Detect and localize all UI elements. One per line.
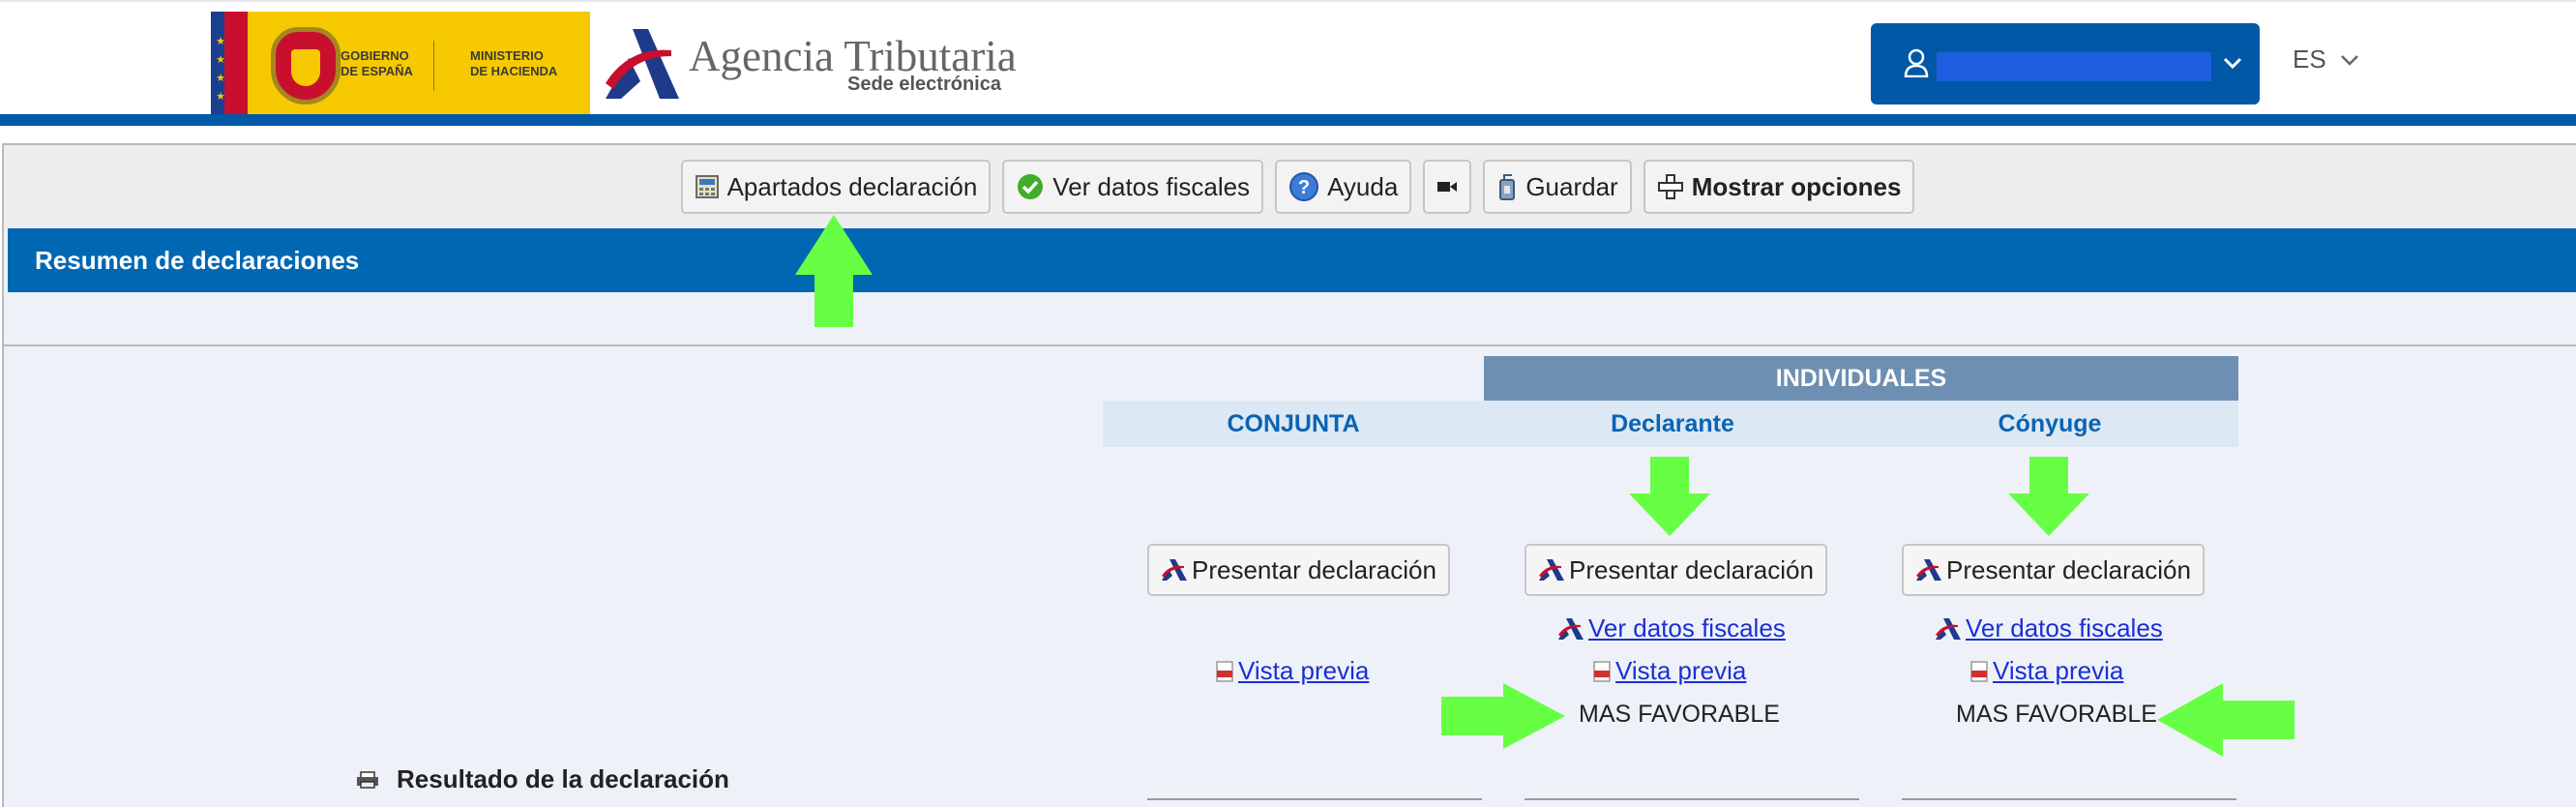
aeat-logo-icon xyxy=(1936,617,1961,640)
vista-previa-declarante-link[interactable]: Vista previa xyxy=(1592,656,1746,686)
language-label: ES xyxy=(2293,45,2326,74)
video-button[interactable] xyxy=(1423,160,1472,214)
conjunta-label: CONJUNTA xyxy=(1227,409,1360,437)
mostrar-opciones-button[interactable]: Mostrar opciones xyxy=(1643,160,1915,214)
vista-previa-conjunta-link[interactable]: Vista previa xyxy=(1215,656,1369,686)
underline-conyuge xyxy=(1902,798,2236,800)
vista-previa-label: Vista previa xyxy=(1993,656,2124,685)
vista-previa-label: Vista previa xyxy=(1615,656,1747,685)
conyuge-label: Cónyuge xyxy=(1998,409,2102,437)
pdf-icon xyxy=(1593,660,1611,682)
ver-datos-conyuge-link[interactable]: Ver datos fiscales xyxy=(1935,613,2163,643)
chevron-down-icon xyxy=(2223,57,2242,70)
user-menu-button[interactable] xyxy=(1871,23,2260,105)
declarante-label: Declarante xyxy=(1611,409,1734,437)
save-icon xyxy=(1499,174,1516,200)
guardar-label: Guardar xyxy=(1525,171,1618,201)
language-selector[interactable]: ES xyxy=(2293,45,2359,75)
presentar-declarante-button[interactable]: Presentar declaración xyxy=(1525,544,1827,596)
section-header: Resumen de declaraciones xyxy=(8,228,2576,292)
column-header-declarante: Declarante xyxy=(1484,401,1861,447)
annotation-arrow-left xyxy=(2157,683,2295,757)
mas-favorable-declarante: MAS FAVORABLE xyxy=(1579,701,1780,728)
ver-datos-fiscales-button[interactable]: Ver datos fiscales xyxy=(1002,160,1264,214)
user-icon xyxy=(1904,48,1929,77)
presentar-conjunta-button[interactable]: Presentar declaración xyxy=(1147,544,1450,596)
gobierno-logo[interactable]: ★ ★ ★ ★ GOBIERNO DE ESPAÑA MINISTERIO DE HA… xyxy=(211,12,590,116)
annotation-arrow-down xyxy=(1629,457,1710,536)
presentar-label: Presentar declaración xyxy=(1569,554,1814,584)
help-icon: ? xyxy=(1289,172,1319,201)
svg-text:?: ? xyxy=(1298,177,1310,198)
calculator-icon xyxy=(695,175,719,198)
chevron-down-icon xyxy=(2340,54,2358,66)
presentar-label: Presentar declaración xyxy=(1192,554,1436,584)
aeat-logo-icon[interactable] xyxy=(604,25,681,101)
annotation-arrow-down xyxy=(2008,457,2089,536)
column-header-conyuge: Cónyuge xyxy=(1861,401,2238,447)
apartados-button[interactable]: Apartados declaración xyxy=(680,160,992,214)
ministerio-label: MINISTERIO DE HACIENDA xyxy=(470,48,558,78)
ayuda-label: Ayuda xyxy=(1327,171,1399,201)
ayuda-button[interactable]: ? Ayuda xyxy=(1275,160,1412,214)
gobierno-label: GOBIERNO DE ESPAÑA xyxy=(341,48,413,78)
apartados-label: Apartados declaración xyxy=(726,171,978,201)
ver-datos-label: Ver datos fiscales xyxy=(1052,171,1251,201)
printer-icon xyxy=(357,770,378,789)
mas-favorable-conyuge: MAS FAVORABLE xyxy=(1956,701,2157,728)
annotation-arrow-right xyxy=(1441,683,1565,749)
presentar-label: Presentar declaración xyxy=(1946,554,2191,584)
guardar-button[interactable]: Guardar xyxy=(1483,160,1632,214)
aeat-logo-icon xyxy=(1558,617,1584,640)
resultado-row-label: Resultado de la declaración xyxy=(356,764,729,794)
ver-datos-link-label: Ver datos fiscales xyxy=(1588,613,1786,643)
check-circle-icon xyxy=(1018,174,1044,199)
aeat-logo-icon xyxy=(1916,559,1941,581)
individuales-label: INDIVIDUALES xyxy=(1775,364,1947,392)
expand-icon xyxy=(1657,174,1683,199)
presentar-conyuge-button[interactable]: Presentar declaración xyxy=(1902,544,2205,596)
ver-datos-declarante-link[interactable]: Ver datos fiscales xyxy=(1557,613,1786,643)
mostrar-label: Mostrar opciones xyxy=(1691,171,1902,201)
resultado-label: Resultado de la declaración xyxy=(397,764,729,793)
section-title: Resumen de declaraciones xyxy=(35,245,360,275)
underline-declarante xyxy=(1525,798,1859,800)
annotation-arrow-up xyxy=(795,215,873,327)
divider xyxy=(4,344,2576,346)
aeat-logo-icon xyxy=(1162,559,1187,581)
pdf-icon xyxy=(1216,660,1233,682)
site-header: ★ ★ ★ ★ GOBIERNO DE ESPAÑA MINISTERIO DE HA… xyxy=(0,0,2576,116)
vista-previa-conyuge-link[interactable]: Vista previa xyxy=(1969,656,2123,686)
pdf-icon xyxy=(1970,660,1988,682)
toolbar: Apartados declaración Ver datos fiscales… xyxy=(4,145,2576,228)
vista-previa-label: Vista previa xyxy=(1238,656,1370,685)
individuales-header: INDIVIDUALES xyxy=(1484,356,2238,401)
ver-datos-link-label: Ver datos fiscales xyxy=(1966,613,2163,643)
logo-divider xyxy=(433,41,434,91)
user-name-redacted xyxy=(1937,52,2211,81)
underline-conjunta xyxy=(1147,798,1482,800)
stars-icon: ★ ★ ★ ★ xyxy=(216,36,225,103)
coat-of-arms-icon xyxy=(271,27,341,105)
aeat-logo-icon xyxy=(1539,559,1564,581)
header-blue-bar xyxy=(0,114,2576,126)
agency-subtitle: Sede electrónica xyxy=(847,74,1001,95)
column-header-conjunta: CONJUNTA xyxy=(1103,401,1484,447)
video-camera-icon xyxy=(1437,182,1458,192)
